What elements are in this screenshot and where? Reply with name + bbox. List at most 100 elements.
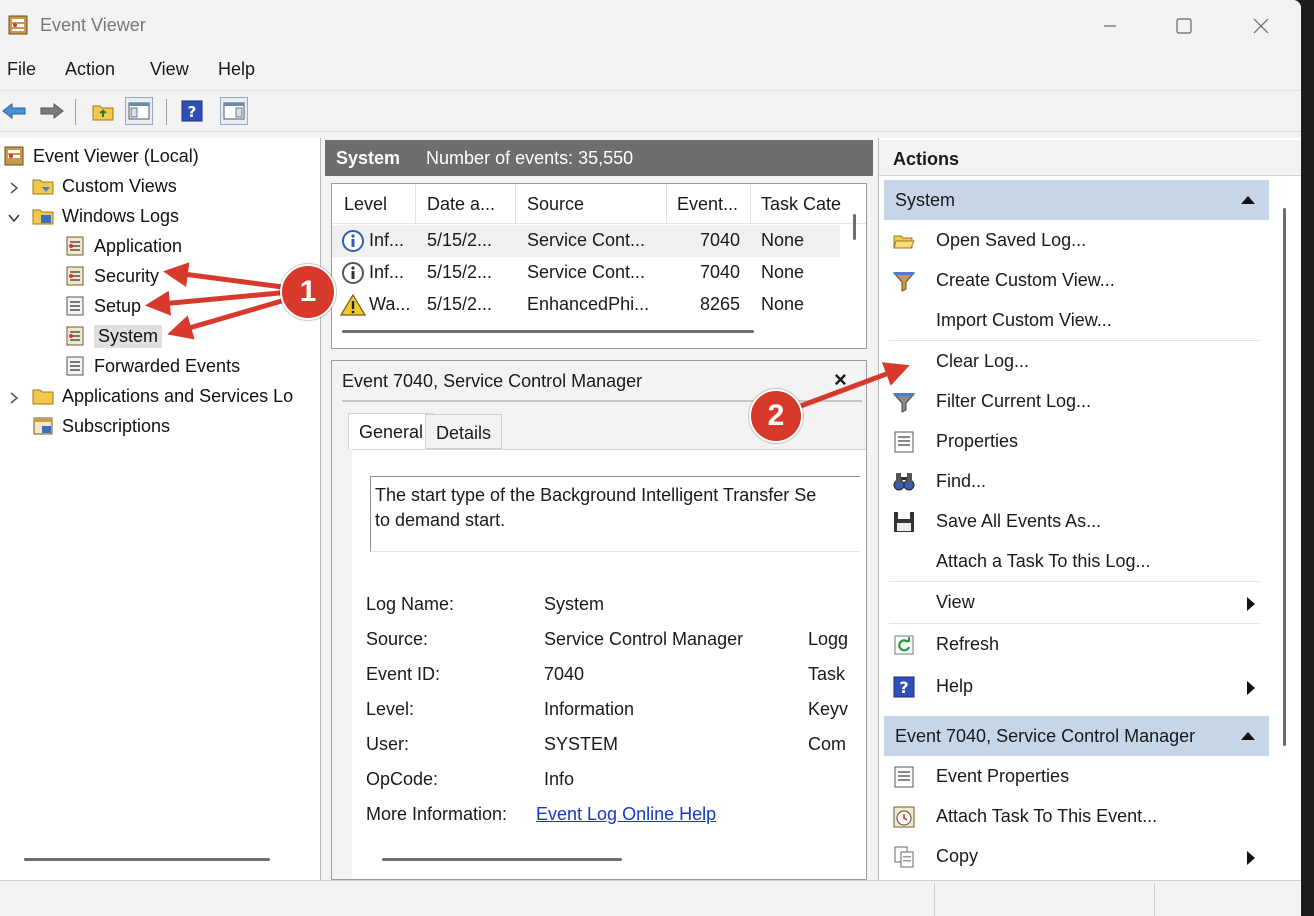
table-row[interactable]: Inf... 5/15/2... Service Cont... 7040 No… <box>332 225 840 257</box>
refresh-icon <box>894 635 914 655</box>
close-icon <box>1253 18 1269 34</box>
actions-title: Actions <box>893 149 960 169</box>
source-label: Source: <box>366 629 429 649</box>
menu-file[interactable]: File <box>7 59 36 80</box>
minimize-button[interactable] <box>1087 8 1133 44</box>
tree-label: Forwarded Events <box>94 355 241 376</box>
action-view-submenu[interactable]: View <box>884 582 1269 622</box>
chevron-right-icon[interactable] <box>6 180 22 196</box>
tab-general[interactable]: General <box>348 413 435 449</box>
submenu-arrow-icon <box>1247 681 1255 695</box>
title-bar: Event Viewer <box>0 0 1301 52</box>
action-properties[interactable]: Properties <box>884 421 1269 461</box>
help-toolbar-button[interactable]: ? <box>178 97 206 125</box>
event-log-online-help-link[interactable]: Event Log Online Help <box>536 804 716 825</box>
action-label: Attach Task To This Event... <box>936 806 1158 826</box>
folder-icon <box>32 179 54 195</box>
action-refresh[interactable]: Refresh <box>884 624 1269 664</box>
close-button[interactable] <box>1238 8 1284 44</box>
actions-section-system[interactable]: System <box>884 180 1269 220</box>
close-detail-icon[interactable]: × <box>834 367 847 393</box>
action-event-properties[interactable]: Event Properties <box>884 756 1269 796</box>
menu-action[interactable]: Action <box>65 59 115 80</box>
collapse-up-icon <box>1241 196 1255 204</box>
action-filter-current-log[interactable]: Filter Current Log... <box>884 381 1269 421</box>
up-folder-button[interactable] <box>89 97 117 125</box>
tree-horizontal-scrollbar[interactable] <box>24 858 270 861</box>
tree-item-windows-logs[interactable]: Windows Logs <box>32 201 179 231</box>
action-label: Clear Log... <box>936 351 1030 371</box>
action-open-saved-log[interactable]: Open Saved Log... <box>884 220 1269 260</box>
event-description[interactable]: The start type of the Background Intelli… <box>370 476 860 552</box>
tree-item-application[interactable]: Application <box>64 231 182 261</box>
grid-vertical-scrollbar[interactable] <box>853 214 856 240</box>
event-detail-title: Event 7040, Service Control Manager <box>342 371 643 391</box>
tab-details[interactable]: Details <box>425 414 503 449</box>
submenu-arrow-icon <box>1247 597 1255 611</box>
action-save-all-events[interactable]: Save All Events As... <box>884 501 1269 541</box>
back-button[interactable] <box>0 97 28 125</box>
more-info-label: More Information: <box>366 804 508 824</box>
grid-horizontal-scrollbar[interactable] <box>342 330 754 333</box>
copy-icon <box>894 846 914 868</box>
menu-help[interactable]: Help <box>218 59 255 80</box>
action-attach-task-to-log[interactable]: Attach a Task To this Log... <box>884 541 1269 581</box>
toolbar: ? <box>0 90 1301 132</box>
action-import-custom-view[interactable]: Import Custom View... <box>884 300 1269 340</box>
event-viewer-app-icon <box>8 15 28 35</box>
grid-header: Level Date a... Source Event... Task Cat… <box>332 184 866 224</box>
tree-label: System <box>94 324 163 348</box>
action-label: Properties <box>936 431 1019 451</box>
tree-item-event-viewer-local[interactable]: Event Viewer (Local) <box>3 141 199 171</box>
action-clear-log[interactable]: Clear Log... <box>884 341 1269 381</box>
event-viewer-icon <box>4 146 24 166</box>
show-hide-action-pane-button[interactable] <box>220 97 248 125</box>
maximize-button[interactable] <box>1161 8 1207 44</box>
action-attach-task-to-event[interactable]: Attach Task To This Event... <box>884 796 1269 836</box>
forward-button[interactable] <box>38 97 66 125</box>
action-help-submenu[interactable]: ? Help <box>884 666 1269 706</box>
column-task-category[interactable]: Task Cate <box>761 194 841 215</box>
table-row[interactable]: Wa... 5/15/2... EnhancedPhi... 8265 None <box>332 289 840 321</box>
event-count: Number of events: 35,550 <box>426 147 634 168</box>
tree-item-apps-services-logs[interactable]: Applications and Services Lo <box>32 381 293 411</box>
action-find[interactable]: Find... <box>884 461 1269 501</box>
column-source[interactable]: Source <box>527 194 584 215</box>
description-line: The start type of the Background Intelli… <box>375 485 817 505</box>
help-icon: ? <box>893 676 915 698</box>
log-icon <box>66 326 84 346</box>
cell-event-id: 7040 <box>700 262 741 282</box>
back-arrow-icon <box>2 102 26 120</box>
cell-event-id: 8265 <box>700 294 741 314</box>
action-copy-submenu[interactable]: Copy <box>884 836 1269 876</box>
action-create-custom-view[interactable]: Create Custom View... <box>884 260 1269 300</box>
logged-label: Logg <box>808 629 849 649</box>
tree-item-custom-views[interactable]: Custom Views <box>32 171 177 201</box>
column-event-id[interactable]: Event... <box>677 194 738 215</box>
menu-view[interactable]: View <box>150 59 189 80</box>
window-title: Event Viewer <box>40 15 146 35</box>
detail-horizontal-scrollbar[interactable] <box>382 858 622 861</box>
maximize-icon <box>1176 18 1192 34</box>
tree-item-subscriptions[interactable]: Subscriptions <box>32 411 170 441</box>
column-date[interactable]: Date a... <box>427 194 495 215</box>
tree-item-system[interactable]: System <box>64 321 163 351</box>
tree-item-security[interactable]: Security <box>64 261 159 291</box>
section-title: Event 7040, Service Control Manager <box>895 726 1196 746</box>
general-tab-body: The start type of the Background Intelli… <box>352 449 866 879</box>
actions-section-event[interactable]: Event 7040, Service Control Manager <box>884 716 1269 756</box>
minimize-icon <box>1104 25 1116 27</box>
submenu-arrow-icon <box>1247 851 1255 865</box>
tree-item-setup[interactable]: Setup <box>64 291 141 321</box>
actions-vertical-scrollbar[interactable] <box>1283 208 1286 746</box>
chevron-right-icon[interactable] <box>6 390 22 406</box>
action-label: Refresh <box>936 634 1000 654</box>
show-hide-tree-button[interactable] <box>125 97 153 125</box>
column-level[interactable]: Level <box>344 194 387 215</box>
table-row[interactable]: Inf... 5/15/2... Service Cont... 7040 No… <box>332 257 840 289</box>
action-label: Create Custom View... <box>936 270 1115 290</box>
computer-label: Com <box>808 734 847 754</box>
chevron-down-icon[interactable] <box>6 210 22 226</box>
tree-item-forwarded-events[interactable]: Forwarded Events <box>64 351 240 381</box>
action-label: Filter Current Log... <box>936 391 1092 411</box>
